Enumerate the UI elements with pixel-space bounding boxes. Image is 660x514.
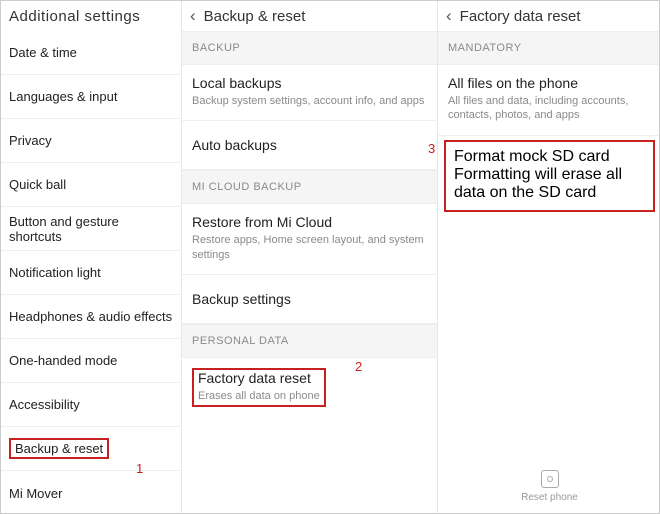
row-backup-reset[interactable]: Backup & reset bbox=[1, 427, 181, 471]
item-auto-backups[interactable]: Auto backups bbox=[182, 121, 437, 170]
item-subtitle: All files and data, including accounts, … bbox=[448, 94, 651, 123]
reset-phone-label: Reset phone bbox=[521, 492, 578, 503]
camera-icon bbox=[541, 470, 559, 488]
highlight-factory-reset: Factory data reset Erases all data on ph… bbox=[192, 368, 326, 407]
header-factory-reset: ‹ Factory data reset bbox=[438, 1, 660, 31]
reset-phone-button[interactable]: Reset phone bbox=[438, 470, 660, 503]
row-accessibility[interactable]: Accessibility bbox=[1, 383, 181, 427]
row-one-handed[interactable]: One-handed mode bbox=[1, 339, 181, 383]
item-subtitle: Backup system settings, account info, an… bbox=[192, 94, 427, 108]
item-restore-micloud[interactable]: Restore from Mi Cloud Restore apps, Home… bbox=[182, 204, 437, 275]
row-privacy[interactable]: Privacy bbox=[1, 119, 181, 163]
row-notification-light[interactable]: Notification light bbox=[1, 251, 181, 295]
item-title: Format mock SD card bbox=[454, 148, 645, 166]
item-factory-reset[interactable]: Factory data reset Erases all data on ph… bbox=[182, 358, 437, 419]
highlight-backup-reset: Backup & reset bbox=[9, 438, 109, 459]
item-subtitle: Erases all data on phone bbox=[198, 389, 320, 403]
panel-factory-reset: ‹ Factory data reset MANDATORY All files… bbox=[438, 1, 660, 514]
row-headphones-audio[interactable]: Headphones & audio effects bbox=[1, 295, 181, 339]
callout-3: 3 bbox=[428, 141, 435, 156]
item-title: All files on the phone bbox=[448, 75, 651, 91]
panel-backup-reset: ‹ Backup & reset BACKUP Local backups Ba… bbox=[182, 1, 438, 514]
row-quick-ball[interactable]: Quick ball bbox=[1, 163, 181, 207]
item-backup-settings[interactable]: Backup settings bbox=[182, 275, 437, 324]
item-subtitle: Restore apps, Home screen layout, and sy… bbox=[192, 233, 427, 262]
section-personal-data: PERSONAL DATA bbox=[182, 324, 437, 358]
item-title: Backup settings bbox=[192, 291, 427, 307]
row-date-time[interactable]: Date & time bbox=[1, 31, 181, 75]
section-mi-cloud-backup: MI CLOUD BACKUP bbox=[182, 170, 437, 204]
back-icon[interactable]: ‹ bbox=[190, 6, 196, 26]
callout-2: 2 bbox=[355, 359, 362, 374]
header-backup-reset: ‹ Backup & reset bbox=[182, 1, 437, 31]
row-languages-input[interactable]: Languages & input bbox=[1, 75, 181, 119]
item-format-sd[interactable]: Format mock SD card Formatting will eras… bbox=[444, 140, 655, 212]
item-local-backups[interactable]: Local backups Backup system settings, ac… bbox=[182, 65, 437, 121]
item-all-files[interactable]: All files on the phone All files and dat… bbox=[438, 65, 660, 136]
section-mandatory: MANDATORY bbox=[438, 31, 660, 65]
row-mi-mover[interactable]: Mi Mover bbox=[1, 471, 181, 514]
page-title: Additional settings bbox=[1, 1, 181, 31]
section-backup: BACKUP bbox=[182, 31, 437, 65]
back-icon[interactable]: ‹ bbox=[446, 6, 452, 26]
item-subtitle: Formatting will erase all data on the SD… bbox=[454, 166, 645, 202]
panel-additional-settings: Additional settings Date & time Language… bbox=[1, 1, 182, 514]
page-title: Factory data reset bbox=[460, 8, 581, 25]
item-title: Local backups bbox=[192, 75, 427, 91]
item-title: Restore from Mi Cloud bbox=[192, 214, 427, 230]
page-title: Backup & reset bbox=[204, 8, 306, 25]
callout-1: 1 bbox=[136, 461, 143, 476]
item-title: Factory data reset bbox=[198, 370, 320, 386]
row-button-gesture[interactable]: Button and gesture shortcuts bbox=[1, 207, 181, 251]
item-title: Auto backups bbox=[192, 137, 427, 153]
